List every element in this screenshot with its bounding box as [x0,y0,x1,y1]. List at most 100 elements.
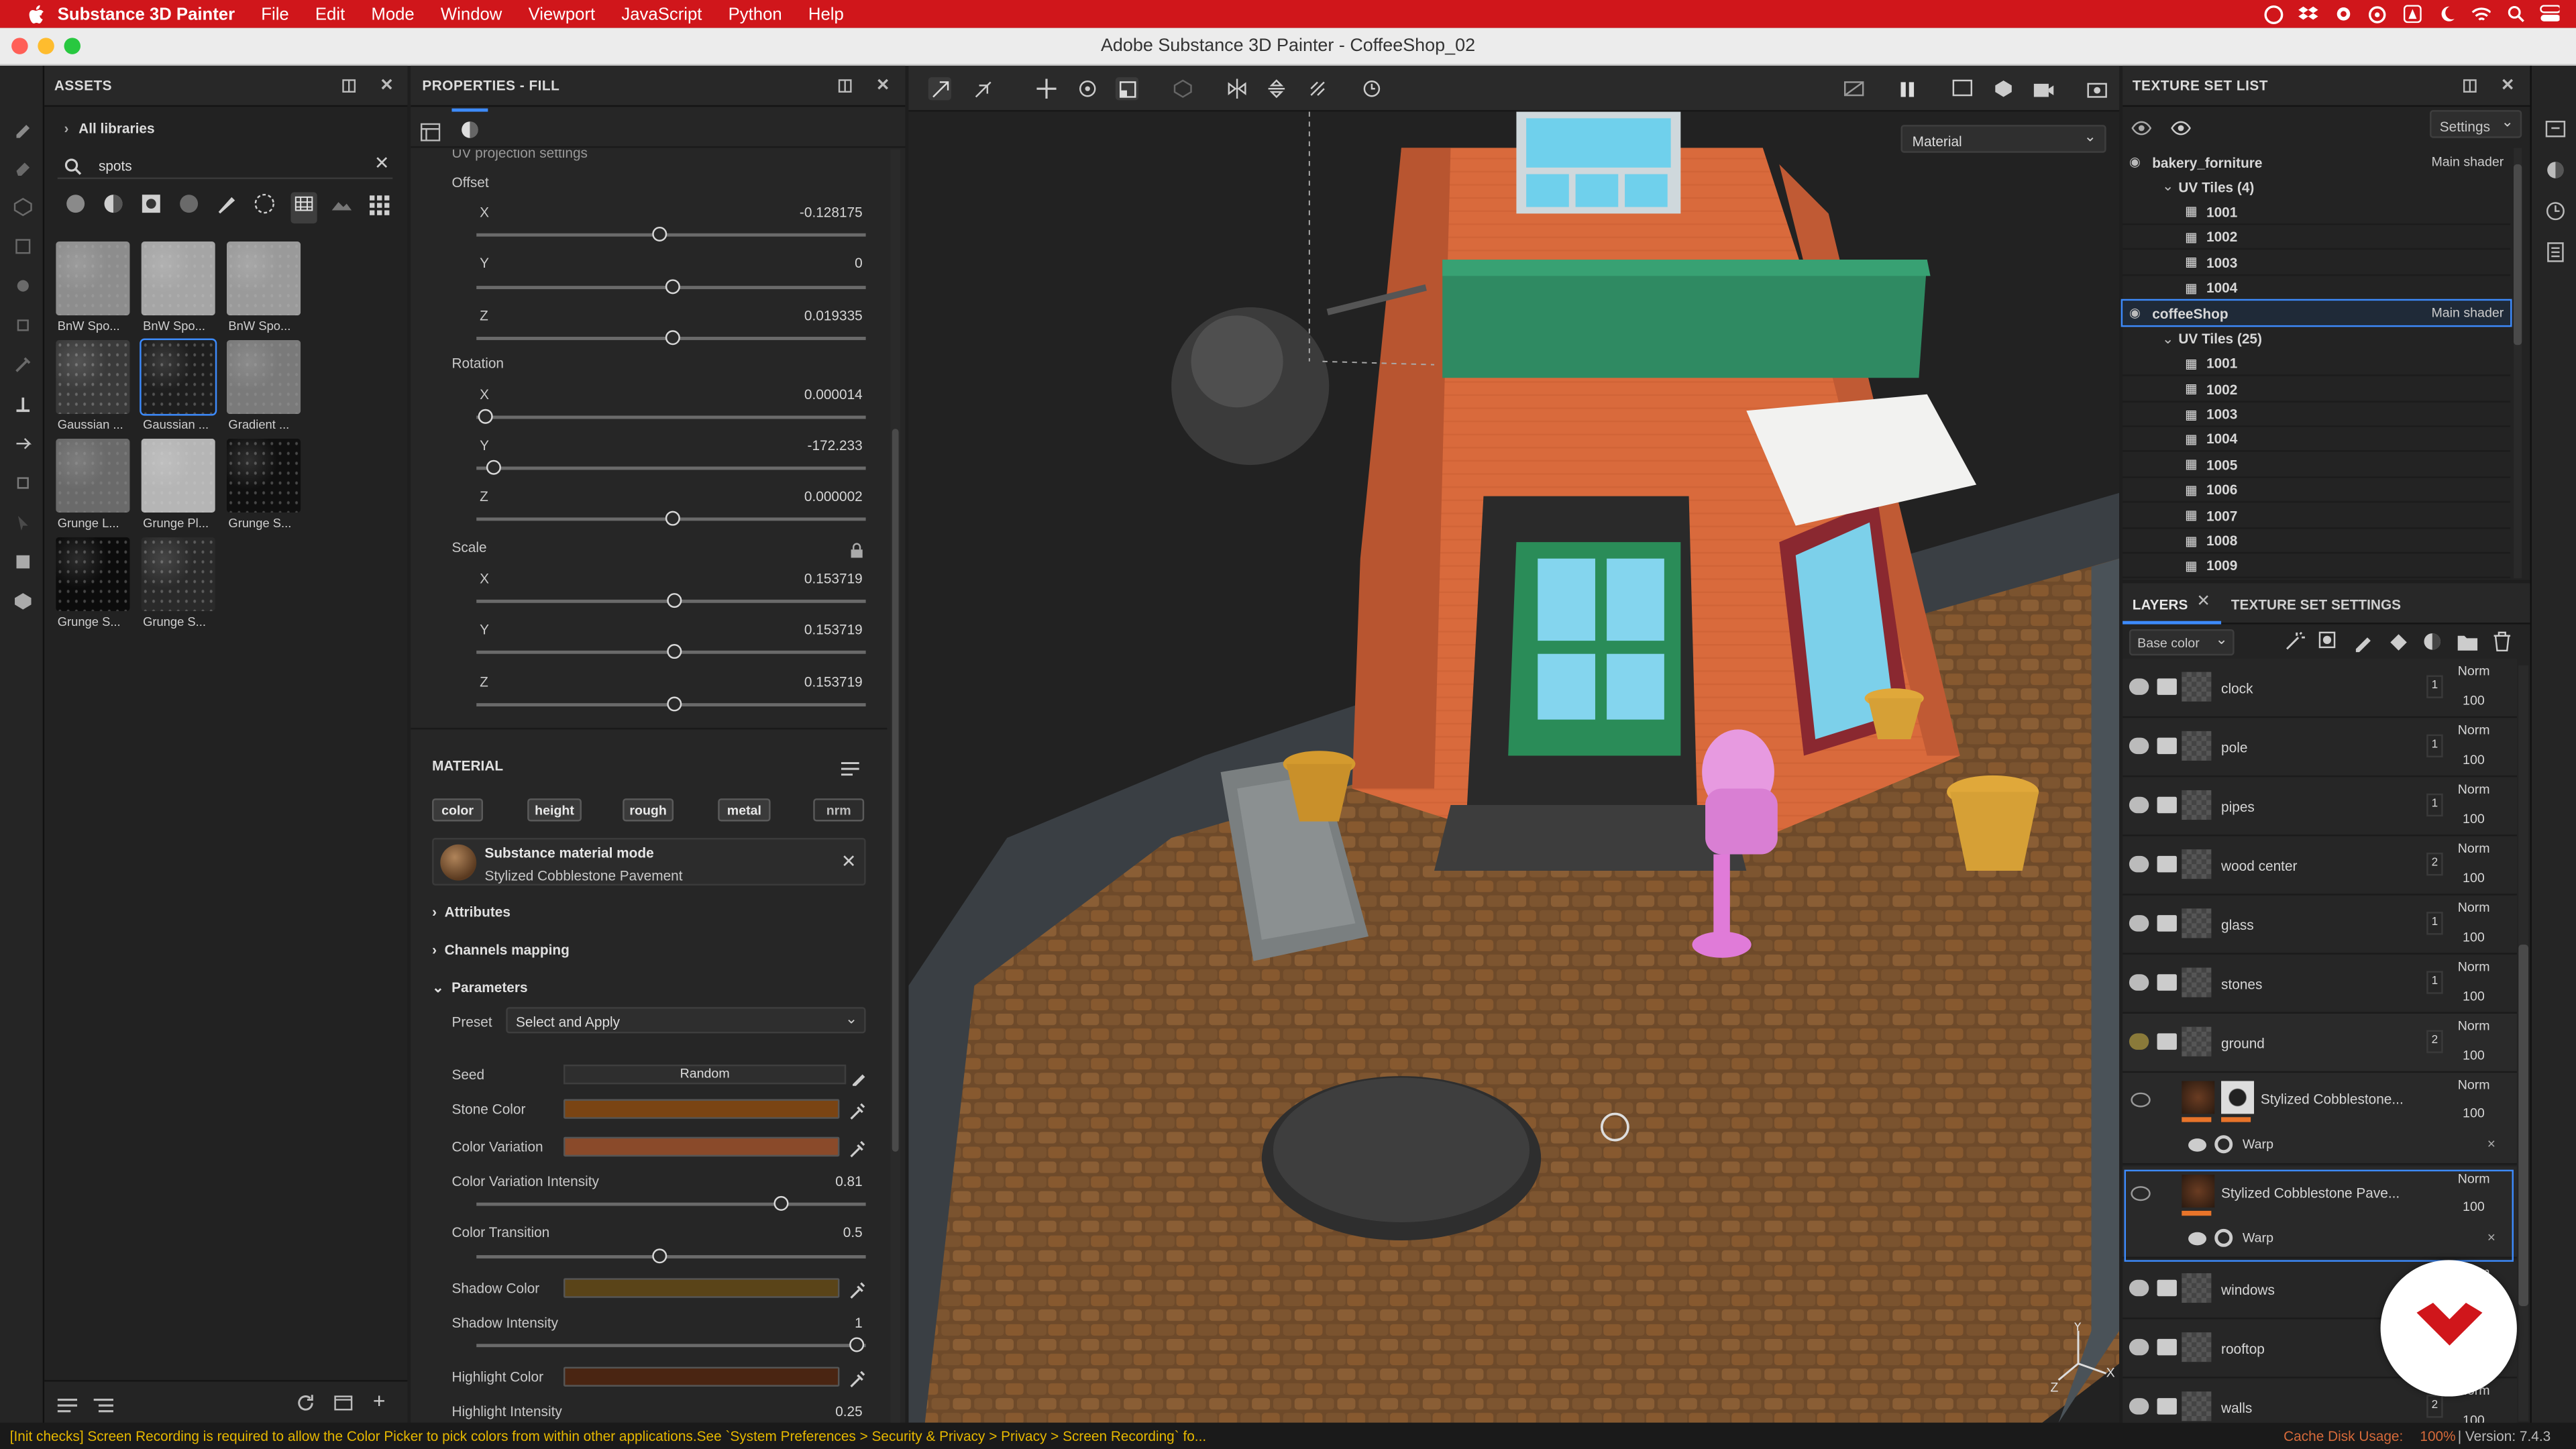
smudge-icon[interactable] [0,266,44,306]
properties-scrollbar[interactable] [890,149,901,1423]
eye-icon[interactable]: ◉ [2129,154,2152,169]
opacity-value[interactable]: 100 [2463,1048,2485,1063]
eyedropper-icon[interactable] [849,1099,865,1128]
add-fill-layer-icon[interactable] [2387,631,2408,660]
blend-mode[interactable]: Norm [2458,1171,2490,1186]
close-icon[interactable]: ✕ [2196,593,2210,611]
rotation-y-slider[interactable] [476,466,866,470]
uv-tile-row[interactable]: ▦ 1004 [2123,276,2511,301]
add-smart-material-icon[interactable] [2422,631,2443,660]
bake-icon[interactable] [0,464,44,503]
fill-layer-row[interactable]: Stylized Cobblestone... Norm 100 Warp × [2123,1073,2517,1165]
uv-tiles-group[interactable]: ⌄ UV Tiles (4) [2123,175,2510,200]
remove-effect-icon[interactable]: × [2487,1229,2496,1245]
opacity-value[interactable]: 100 [2463,1106,2485,1120]
screen-recorder-badge[interactable] [2380,1260,2517,1397]
tsl-scrollbar[interactable] [2513,148,2522,579]
color-transition-handle[interactable] [652,1248,667,1264]
tab-layers[interactable]: LAYERS ✕ [2123,583,2222,625]
3d-view-icon[interactable] [1991,77,2014,100]
menu-file[interactable]: File [261,4,288,23]
uv-tile-row[interactable]: ▦ 1003 [2123,402,2511,427]
shadow-color-swatch[interactable] [564,1278,840,1298]
undock-icon[interactable]: ◫ [837,77,855,95]
filter-masks-icon[interactable] [140,193,166,224]
layers-scroll-thumb[interactable] [2518,945,2529,1306]
add-mask-icon[interactable] [2318,631,2340,660]
layers-scrollbar[interactable] [2518,665,2529,1421]
menu-mode[interactable]: Mode [371,4,414,23]
uv-tile-row[interactable]: ▦ 1001 [2123,352,2511,377]
render-icon[interactable] [0,582,44,621]
clone-icon[interactable] [0,306,44,345]
color-variation-intensity-value[interactable]: 0.81 [789,1173,863,1189]
refresh-icon[interactable] [296,1391,315,1421]
remove-effect-icon[interactable]: × [2487,1135,2496,1151]
menu-viewport[interactable]: Viewport [529,4,596,23]
eye-icon[interactable] [2170,115,2192,144]
menu-python[interactable]: Python [729,4,782,23]
layer-row[interactable]: pipes 1 Norm 100 [2123,777,2517,837]
mirror-icon[interactable] [1226,77,1248,100]
moon-icon[interactable] [2436,5,2456,23]
add-folder-icon[interactable] [2456,631,2479,660]
eyedropper-icon[interactable] [849,1278,865,1307]
blend-mode[interactable]: Norm [2458,1078,2490,1093]
tsl-scroll-thumb[interactable] [2513,164,2522,345]
adobe-icon[interactable] [2402,5,2421,23]
scale-y-value[interactable]: 0.153719 [723,621,863,637]
texture-set-row[interactable]: ◉ bakery_forniture Main shader [2123,150,2510,174]
rotate-icon[interactable] [1076,77,1099,100]
rotation-y-handle[interactable] [486,460,501,475]
log-icon[interactable] [2532,231,2576,272]
channel-height-toggle[interactable]: height [527,798,582,822]
offset-y-handle[interactable] [665,279,680,294]
undock-icon[interactable]: ◫ [2461,77,2479,95]
menu-help[interactable]: Help [808,4,844,23]
blend-mode[interactable]: Norm [2458,900,2490,915]
pause-icon[interactable] [1896,77,1919,100]
eraser-icon[interactable] [0,148,44,187]
3d-viewport[interactable]: Material ⌄ Y X Z [908,65,2120,1423]
eye-icon[interactable] [2129,915,2149,932]
asset-thumbnail[interactable] [226,241,301,316]
uv-tile-row[interactable]: ▦ 1002 [2123,377,2511,402]
filter-environments-icon[interactable] [329,193,355,224]
warp-effect-row[interactable]: Warp × [2182,1130,2510,1160]
eyedropper-icon[interactable] [849,1137,865,1167]
offset-x-slider[interactable] [476,233,866,237]
parameters-section[interactable]: ⌄ Parameters [432,979,527,998]
asset-thumbnail[interactable] [56,339,130,415]
uv-tile-row[interactable]: ▦ 1003 [2123,251,2511,276]
filter-materials-icon[interactable] [64,193,91,224]
highlight-color-swatch[interactable] [564,1366,840,1387]
tree-view-icon[interactable] [93,1393,113,1423]
channel-dropdown[interactable]: Base color ⌄ [2129,629,2235,656]
asset-thumbnail[interactable] [141,438,215,513]
uv-tile-row[interactable]: ▦ 1007 [2123,504,2511,529]
color-variation-swatch[interactable] [564,1136,840,1157]
asset-thumbnail[interactable] [140,338,217,416]
spotlight-search-icon[interactable] [2506,5,2525,23]
minimize-window-button[interactable] [38,38,54,54]
picker-icon[interactable] [0,345,44,384]
align-icon[interactable] [1265,77,1288,100]
asset-search-bar[interactable]: spots ✕ [57,151,393,179]
asset-thumbnail[interactable] [141,241,215,316]
app-tray-icon[interactable] [2333,5,2353,23]
opacity-value[interactable]: 100 [2463,693,2485,708]
color-transition-slider[interactable] [476,1255,866,1258]
menu-edit[interactable]: Edit [315,4,345,23]
blend-mode[interactable]: Norm [2458,723,2490,738]
eye-icon[interactable] [2129,678,2149,695]
rotation-z-handle[interactable] [665,511,680,526]
eye-icon[interactable] [2129,796,2149,814]
sync-icon[interactable] [2367,5,2387,23]
scale-x-value[interactable]: 0.153719 [723,570,863,586]
uv-tile-row[interactable]: ▦ 1004 [2123,428,2511,453]
layer-row[interactable]: stones 1 Norm 100 [2123,954,2517,1014]
eyedropper-icon[interactable] [849,1367,865,1397]
blend-mode[interactable]: Norm [2458,663,2490,678]
close-icon[interactable]: ✕ [874,77,892,95]
dynamic-stroke-icon[interactable] [0,424,44,464]
